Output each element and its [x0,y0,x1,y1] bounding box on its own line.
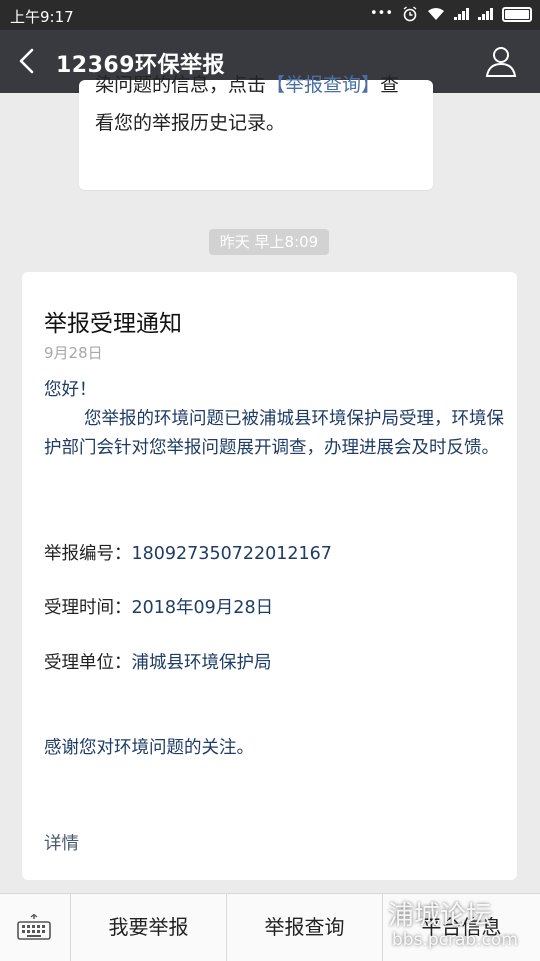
status-time: 上午9:17 [10,8,74,26]
previous-message-card: 染问题的信息，点击【举报查询】查 看您的举报历史记录。 [79,74,433,190]
battery-icon [502,6,532,22]
menu-report-button[interactable]: 我要举报 [71,894,227,961]
accept-unit-value: 浦城县环境保护局 [131,653,272,673]
detail-link[interactable]: 详情 [44,830,79,855]
previous-message-line2: 看您的举报历史记录。 [95,112,286,134]
status-icons: ••• [370,5,532,23]
report-number-field: 举报编号：180927350722012167 [44,540,332,565]
report-number-label: 举报编号： [44,544,132,564]
menu-query-button[interactable]: 举报查询 [227,894,383,961]
previous-message-text: 染问题的信息，点击【举报查询】查 看您的举报历史记录。 [95,74,425,142]
bottom-menu: 我要举报 举报查询 平台信息 [0,893,540,961]
back-arrow-icon[interactable] [14,46,42,76]
user-profile-icon[interactable] [484,44,518,78]
report-number-value: 180927350722012167 [131,544,332,564]
notice-body: 您好！ 您举报的环境问题已被浦城县环境保护局受理，环境保护部门会针对您举报问题展… [44,376,506,463]
accept-unit-label: 受理单位： [44,653,132,673]
previous-message-line1: 染问题的信息，点击 [95,74,267,96]
signal-icon [478,8,493,20]
accept-time-label: 受理时间： [44,598,132,618]
notice-greeting: 您好！ [44,380,97,400]
status-bar: 上午9:17 ••• [0,0,540,30]
wifi-icon [428,8,444,20]
history-query-link[interactable]: 【举报查询】 [266,74,380,96]
accept-unit-field: 受理单位：浦城县环境保护局 [44,649,272,674]
more-dots-icon: ••• [369,6,393,21]
accept-time-value: 2018年09月28日 [131,598,274,618]
notice-content: 您举报的环境问题已被浦城县环境保护局受理，环境保护部门会针对您举报问题展开调查，… [44,409,504,458]
accept-time-field: 受理时间：2018年09月28日 [44,594,273,619]
notice-title: 举报受理通知 [44,311,182,337]
keyboard-icon [17,914,51,940]
keyboard-toggle-button[interactable] [0,894,71,961]
notice-thanks: 感谢您对环境问题的关注。 [44,738,254,758]
menu-platform-info-button[interactable]: 平台信息 [383,894,540,961]
notice-card[interactable]: 举报受理通知 9月28日 您好！ 您举报的环境问题已被浦城县环境保护局受理，环境… [22,272,517,880]
signal-icon [454,8,469,20]
notice-date: 9月28日 [44,344,103,362]
alarm-icon [403,6,417,22]
message-timestamp: 昨天 早上8:09 [209,229,329,255]
previous-message-line1-end: 查 [380,74,400,96]
